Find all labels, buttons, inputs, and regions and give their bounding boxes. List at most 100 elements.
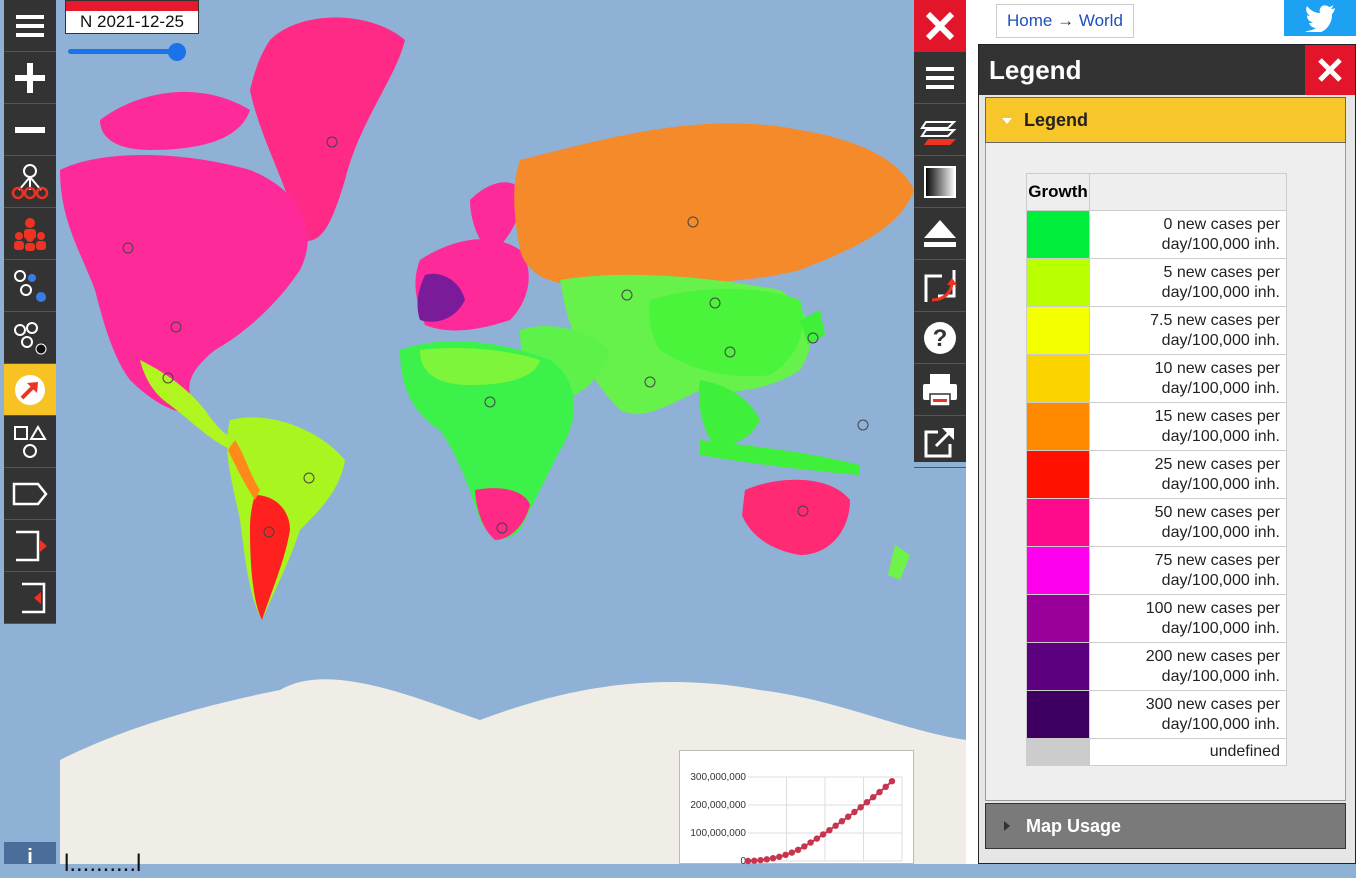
world-map[interactable] <box>0 0 966 864</box>
mini-chart-point <box>801 843 808 850</box>
legend-label-line1: 75 new cases per <box>1154 551 1280 569</box>
hamburger-icon <box>16 14 44 37</box>
legend-label-line2: day/100,000 inh. <box>1161 235 1280 253</box>
legend-row: 0 new cases per day/100,000 inh. <box>1026 210 1287 259</box>
legend-label-line1: 100 new cases per <box>1145 599 1280 617</box>
legend-swatch <box>1026 258 1090 307</box>
right-toolbar: ? <box>914 0 966 468</box>
right-menu-button[interactable] <box>914 52 966 104</box>
legend-label-line2: day/100,000 inh. <box>1161 571 1280 589</box>
gradient-icon <box>924 165 956 198</box>
print-button[interactable] <box>914 364 966 416</box>
mini-chart[interactable]: 300,000,000 200,000,000 100,000,000 0 <box>679 750 914 867</box>
bracket-left-button[interactable] <box>4 572 56 624</box>
legend-label-line2: day/100,000 inh. <box>1161 523 1280 541</box>
twitter-button[interactable] <box>1284 0 1356 36</box>
bubbles-blue-icon <box>14 269 46 302</box>
mini-chart-point <box>794 846 802 853</box>
legend-row-undefined: undefined <box>1026 738 1287 766</box>
legend-swatch <box>1026 690 1090 739</box>
map-usage-accordion[interactable]: Map Usage <box>985 803 1346 849</box>
eject-icon <box>924 219 956 247</box>
legend-label-line2: day/100,000 inh. <box>1161 427 1280 445</box>
legend-label: 25 new cases per day/100,000 inh. <box>1089 450 1287 499</box>
legend-label-line1: 5 new cases per <box>1163 263 1280 281</box>
legend-swatch <box>1026 546 1090 595</box>
southern-africa-region <box>475 488 530 540</box>
australia-region <box>742 479 850 555</box>
mini-chart-point <box>888 778 896 785</box>
legend-close-button[interactable] <box>1305 45 1355 95</box>
bubbles-black-button[interactable] <box>4 312 56 364</box>
mini-chart-point <box>863 799 871 806</box>
rotate-button[interactable] <box>914 260 966 312</box>
map-usage-label: Map Usage <box>1026 816 1122 836</box>
hierarchy-button[interactable] <box>4 156 56 208</box>
breadcrumb-home[interactable]: Home <box>1007 11 1052 30</box>
legend-label-line2: day/100,000 inh. <box>1161 331 1280 349</box>
legend-row: 7.5 new cases per day/100,000 inh. <box>1026 306 1287 355</box>
tag-icon <box>12 482 48 505</box>
legend-tab-label: Legend <box>1024 110 1089 130</box>
shapes-button[interactable] <box>4 416 56 468</box>
breadcrumb-world[interactable]: World <box>1079 11 1123 30</box>
help-button[interactable]: ? <box>914 312 966 364</box>
breadcrumb-arrow: → <box>1057 11 1075 30</box>
help-icon: ? <box>924 321 956 354</box>
legend-label-line2: day/100,000 inh. <box>1161 379 1280 397</box>
info-button[interactable]: i <box>4 842 56 868</box>
legend-accordion-tab[interactable]: Legend <box>985 97 1346 143</box>
legend-label: 15 new cases per day/100,000 inh. <box>1089 402 1287 451</box>
slider-thumb[interactable] <box>167 43 186 61</box>
population-button[interactable] <box>4 208 56 260</box>
zoom-out-button[interactable] <box>4 104 56 156</box>
legend-row: 25 new cases per day/100,000 inh. <box>1026 450 1287 499</box>
legend-row: 15 new cases per day/100,000 inh. <box>1026 402 1287 451</box>
legend-swatch <box>1026 594 1090 643</box>
country-marker <box>857 419 869 431</box>
gradient-button[interactable] <box>914 156 966 208</box>
zoom-in-button[interactable] <box>4 52 56 104</box>
legend-swatch <box>1026 354 1090 403</box>
mini-chart-point <box>844 813 852 820</box>
mini-chart-y-tick: 100,000,000 <box>690 828 746 839</box>
share-button[interactable] <box>914 416 966 468</box>
legend-label: 7.5 new cases per day/100,000 inh. <box>1089 306 1287 355</box>
rotate-icon <box>924 269 957 302</box>
layers-button[interactable] <box>914 104 966 156</box>
hamburger-icon <box>926 66 954 89</box>
legend-label: 100 new cases per day/100,000 inh. <box>1089 594 1287 643</box>
mini-chart-point <box>763 856 770 863</box>
bubbles-blue-button[interactable] <box>4 260 56 312</box>
legend-label-line1: 25 new cases per <box>1154 455 1280 473</box>
caret-down-icon <box>1002 118 1012 124</box>
legend-swatch <box>1026 498 1090 547</box>
caret-right-icon <box>1004 821 1010 831</box>
label-button[interactable] <box>4 468 56 520</box>
legend-row: 300 new cases per day/100,000 inh. <box>1026 690 1287 739</box>
legend-label-line1: 300 new cases per <box>1145 695 1280 713</box>
mini-chart-point <box>782 851 789 859</box>
legend-table: Growth 0 new cases per day/100,000 inh. 5 … <box>1026 173 1287 766</box>
arrow-mode-button[interactable] <box>4 364 56 416</box>
mini-chart-point <box>757 856 764 864</box>
eject-button[interactable] <box>914 208 966 260</box>
mini-chart-point <box>838 818 846 825</box>
bracket-right-button[interactable] <box>4 520 56 572</box>
close-map-button[interactable] <box>914 0 966 52</box>
world-map-canvas[interactable] <box>0 0 966 864</box>
legend-dialog-title: Legend <box>979 45 1355 95</box>
legend-column-spacer <box>1089 173 1287 211</box>
mini-chart-point <box>857 804 864 811</box>
bottom-caption: l..........l <box>64 850 142 877</box>
legend-body: Growth 0 new cases per day/100,000 inh. 5 … <box>985 143 1346 801</box>
legend-swatch <box>1026 738 1090 766</box>
date-slider[interactable] <box>68 43 188 61</box>
legend-label: undefined <box>1089 738 1287 766</box>
shapes-icon <box>14 424 47 458</box>
close-icon <box>925 11 955 40</box>
legend-label-line2: day/100,000 inh. <box>1161 619 1280 637</box>
southeast-asia-region <box>698 380 760 444</box>
legend-label-line1: 7.5 new cases per <box>1150 311 1280 329</box>
menu-button[interactable] <box>4 0 56 52</box>
